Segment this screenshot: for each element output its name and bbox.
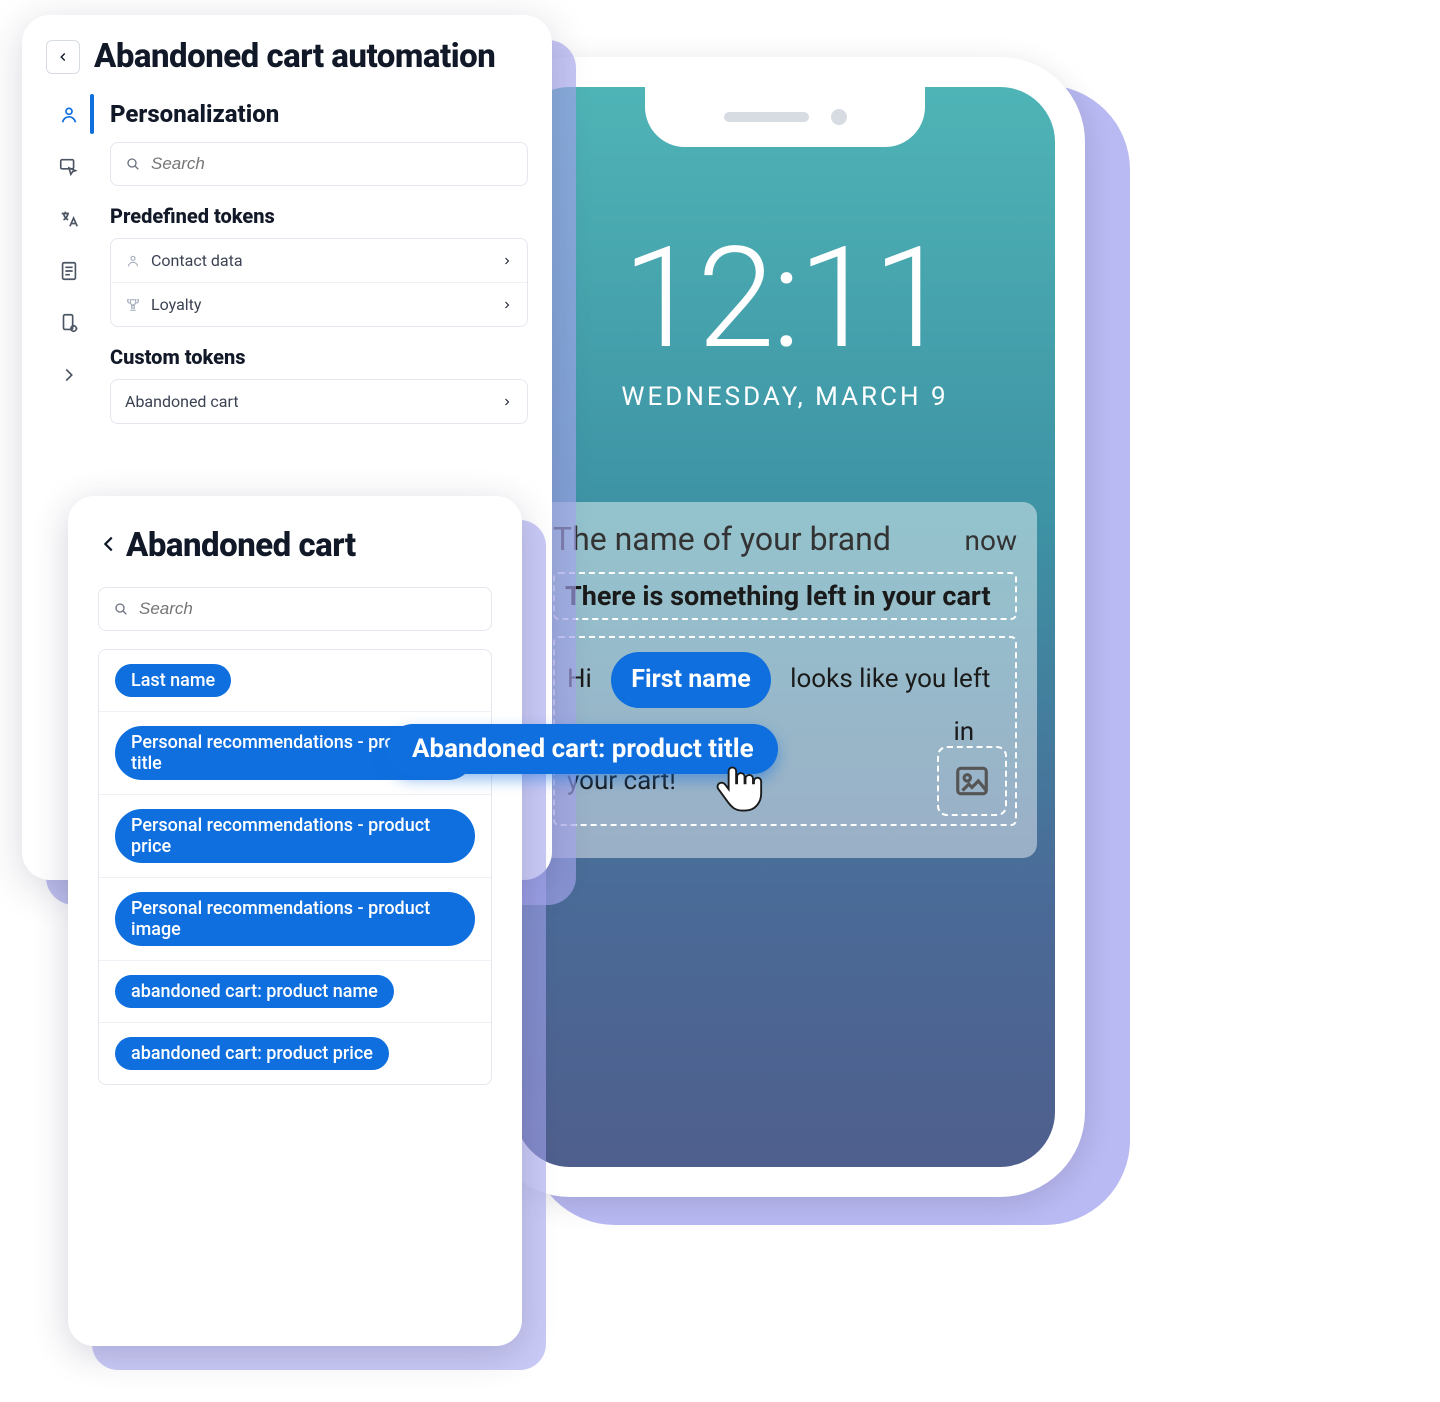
token-label: Abandoned cart — [125, 392, 239, 411]
rail-personalization[interactable] — [58, 104, 80, 130]
active-rail-indicator — [90, 94, 94, 134]
back-button[interactable] — [46, 40, 80, 74]
rail-device-settings[interactable] — [58, 312, 80, 338]
tag[interactable]: Last name — [115, 664, 231, 697]
section-heading: Personalization — [110, 100, 528, 128]
chevron-left-icon — [98, 533, 120, 555]
search-icon — [113, 601, 129, 617]
tag-row[interactable]: Personal recommendations - product image — [99, 878, 491, 961]
search-input[interactable] — [110, 142, 528, 186]
notification-title-area[interactable]: There is something left in your cart — [553, 572, 1017, 620]
token-label: Loyalty — [151, 295, 201, 314]
translate-icon — [58, 208, 80, 230]
phone-notch — [645, 87, 925, 147]
chevron-right-icon — [501, 396, 513, 408]
chevron-right-icon — [501, 255, 513, 267]
tag-row[interactable]: abandoned cart: product price — [99, 1023, 491, 1084]
pointer-icon — [58, 156, 80, 178]
tag[interactable]: Personal recommendations - product price — [115, 809, 475, 863]
notification-title: There is something left in your cart — [565, 580, 1005, 612]
token-contact-data[interactable]: Contact data — [111, 239, 527, 283]
person-icon — [58, 104, 80, 126]
rail-translate[interactable] — [58, 208, 80, 234]
panel-title: Abandoned cart automation — [94, 37, 495, 76]
image-icon — [953, 762, 991, 800]
notification-brand: The name of your brand — [553, 520, 891, 558]
search-icon — [125, 156, 141, 172]
tag-list: Last name Personal recommendations - pro… — [98, 649, 492, 1085]
lock-date: WEDNESDAY, MARCH 9 — [515, 382, 1055, 412]
token-label: Contact data — [151, 251, 243, 270]
tag-row[interactable]: Last name — [99, 650, 491, 712]
lock-time: 12:11 — [515, 217, 1055, 381]
tag-row[interactable]: abandoned cart: product name — [99, 961, 491, 1023]
search-field[interactable] — [151, 154, 500, 174]
chevron-right-icon — [501, 299, 513, 311]
person-outline-icon — [125, 253, 141, 269]
rail-template[interactable] — [58, 260, 80, 286]
custom-list: Abandoned cart — [110, 379, 528, 424]
token-loyalty[interactable]: Loyalty — [111, 283, 527, 326]
device-gear-icon — [58, 312, 80, 334]
tag[interactable]: Personal recommendations - product image — [115, 892, 475, 946]
notification-time: now — [965, 524, 1017, 557]
subpanel-search-field[interactable] — [139, 599, 467, 619]
abandoned-cart-panel: Abandoned cart Last name Personal recomm… — [68, 496, 522, 1346]
chevron-right-icon — [58, 364, 80, 386]
tag[interactable]: abandoned cart: product name — [115, 975, 394, 1008]
sub-back-button[interactable] — [98, 533, 120, 559]
tag-row[interactable]: Personal recommendations - product price — [99, 795, 491, 878]
token-first-name[interactable]: First name — [611, 652, 771, 708]
notification-image-placeholder[interactable] — [937, 746, 1007, 816]
trophy-icon — [125, 297, 141, 313]
predefined-list: Contact data Loyalty — [110, 238, 528, 327]
subpanel-search[interactable] — [98, 587, 492, 631]
document-icon — [58, 260, 80, 282]
token-abandoned-cart[interactable]: Abandoned cart — [111, 380, 527, 423]
cursor-hand-icon — [708, 758, 768, 818]
phone-screen: 12:11 WEDNESDAY, MARCH 9 The name of you… — [515, 87, 1055, 1167]
push-notification: The name of your brand now There is some… — [533, 502, 1037, 858]
rail-click[interactable] — [58, 156, 80, 182]
predefined-heading: Predefined tokens — [110, 204, 528, 228]
tag[interactable]: abandoned cart: product price — [115, 1037, 389, 1070]
subpanel-title: Abandoned cart — [126, 526, 356, 565]
rail-expand[interactable] — [58, 364, 80, 390]
dragging-token[interactable]: Abandoned cart: product title — [388, 724, 778, 774]
custom-heading: Custom tokens — [110, 345, 528, 369]
body-text-mid: looks like you left — [790, 664, 990, 694]
